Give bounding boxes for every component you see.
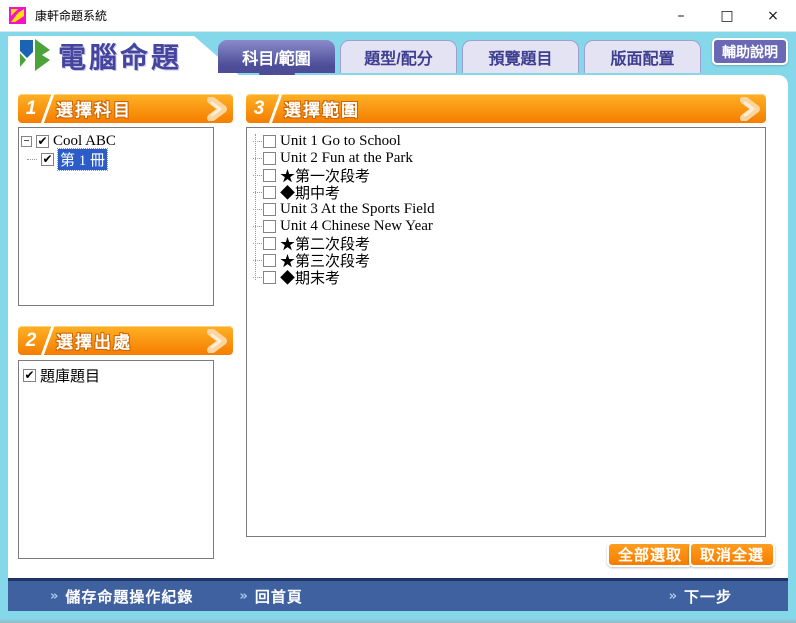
tree-connector (253, 209, 262, 210)
tab-question-type[interactable]: 題型/配分 (340, 40, 457, 73)
help-button-label: 輔助說明 (722, 43, 778, 60)
tree-connector (253, 158, 262, 159)
chevron-right-icon: » (239, 588, 249, 604)
tree-collapse-icon[interactable]: − (21, 135, 32, 147)
section1-title: 選擇科目 (56, 101, 132, 120)
volume1-label-selected[interactable]: 第 1 冊 (56, 147, 109, 171)
unit4-checkbox[interactable] (263, 220, 276, 233)
section1-number: 1 (25, 97, 37, 119)
home-label: 回首頁 (254, 588, 303, 606)
content-panel: 1 選擇科目 − ✔ Cool ABC ✔ 第 1 冊 2 選擇出處 ✔ 題庫題… (8, 75, 788, 578)
title-bar: 康軒命題系統 – □ × (0, 0, 796, 32)
tree-connector (253, 277, 262, 278)
bank-questions-label[interactable]: 題庫題目 (40, 365, 100, 386)
next-step-link[interactable]: » 下一步 (669, 586, 732, 607)
subject-tree-box: − ✔ Cool ABC ✔ 第 1 冊 (18, 127, 214, 306)
exam2-checkbox[interactable] (263, 237, 276, 250)
tree-connector (27, 158, 37, 160)
tab-label: 題型/配分 (364, 51, 433, 68)
section2-banner: 2 選擇出處 (18, 326, 233, 355)
next-step-label: 下一步 (683, 588, 732, 606)
app-logo-icon (9, 7, 26, 24)
help-button[interactable]: 輔助說明 (712, 38, 788, 65)
logo-area: 電腦命題 (8, 36, 240, 76)
tab-subject-range[interactable]: 科目/範圍 » (218, 40, 335, 86)
bank-questions-checkbox[interactable]: ✔ (23, 368, 36, 382)
arrow-right-icon (740, 96, 762, 121)
app-window: { "window": { "title": "康軒命題系統", "contro… (0, 0, 796, 623)
unit3-checkbox[interactable] (263, 203, 276, 216)
exam1-checkbox[interactable] (263, 169, 276, 182)
tree-connector (253, 141, 262, 142)
subject-root-checkbox[interactable]: ✔ (36, 134, 49, 148)
minimize-button[interactable]: – (658, 0, 704, 31)
section2-number: 2 (25, 329, 37, 351)
source-list-box: ✔ 題庫題目 (18, 360, 214, 559)
tree-connector (253, 243, 262, 244)
subject-root-label[interactable]: Cool ABC (53, 133, 116, 150)
tab-label: 版面配置 (610, 51, 675, 68)
midterm-label[interactable]: ◆期中考 (280, 182, 340, 203)
select-all-button[interactable]: 全部選取 (607, 542, 694, 567)
source-row: ✔ 題庫題目 (23, 365, 209, 386)
tab-bar: 科目/範圍 » 題型/配分 預覽題目 版面配置 (218, 40, 701, 86)
unit2-checkbox[interactable] (263, 152, 276, 165)
range-list-box: Unit 1 Go to School Unit 2 Fun at the Pa… (246, 127, 766, 537)
home-link[interactable]: » 回首頁 (239, 586, 302, 607)
midterm-checkbox[interactable] (263, 186, 276, 199)
arrow-right-icon (207, 96, 229, 121)
tree-connector (253, 260, 262, 261)
exam3-checkbox[interactable] (263, 254, 276, 267)
unit3-label[interactable]: Unit 3 At the Sports Field (280, 201, 435, 218)
final-checkbox[interactable] (263, 271, 276, 284)
range-list: Unit 1 Go to School Unit 2 Fun at the Pa… (247, 128, 765, 288)
close-button[interactable]: × (750, 0, 796, 31)
window-title: 康軒命題系統 (35, 9, 108, 23)
tree-connector (253, 192, 262, 193)
range-row-final: ◆期末考 (253, 267, 765, 288)
select-all-label: 全部選取 (618, 547, 683, 564)
final-label[interactable]: ◆期末考 (280, 267, 340, 288)
section1-banner: 1 選擇科目 (18, 94, 233, 123)
chevron-right-icon: » (668, 588, 678, 604)
tree-row-root: − ✔ Cool ABC (21, 132, 211, 150)
maximize-button[interactable]: □ (704, 0, 750, 31)
range-row-unit1: Unit 1 Go to School (253, 133, 765, 150)
chevron-right-icon: » (50, 588, 60, 604)
deselect-all-button[interactable]: 取消全選 (689, 542, 776, 567)
unit1-checkbox[interactable] (263, 135, 276, 148)
tab-preview[interactable]: 預覽題目 (462, 40, 579, 73)
range-row-unit3: Unit 3 At the Sports Field (253, 201, 765, 218)
deselect-all-label: 取消全選 (700, 547, 765, 564)
footer-bar: » 儲存命題操作紀錄 » 回首頁 » 下一步 (8, 578, 788, 611)
tab-layout[interactable]: 版面配置 (584, 40, 701, 73)
section2-title: 選擇出處 (56, 333, 132, 352)
save-record-label: 儲存命題操作紀錄 (65, 588, 194, 606)
volume1-checkbox[interactable]: ✔ (41, 152, 54, 166)
section3-banner: 3 選擇範圍 (246, 94, 766, 123)
tree-connector (253, 175, 262, 176)
range-row-midterm: ◆期中考 (253, 182, 765, 203)
arrow-right-icon (207, 328, 229, 353)
window-bottom-edge (0, 611, 796, 623)
tab-label: 預覽題目 (488, 51, 553, 68)
kangxuan-k-icon (20, 38, 50, 76)
window-controls: – □ × (658, 0, 796, 31)
unit1-label[interactable]: Unit 1 Go to School (280, 133, 401, 150)
tree-row-child: ✔ 第 1 冊 (21, 147, 211, 171)
section3-title: 選擇範圍 (284, 101, 360, 120)
save-record-link[interactable]: » 儲存命題操作紀錄 (50, 586, 193, 607)
tree-connector (253, 226, 262, 227)
section3-number: 3 (253, 97, 265, 119)
tab-label: 科目/範圍 (242, 50, 311, 68)
page-title: 電腦命題 (58, 42, 183, 73)
